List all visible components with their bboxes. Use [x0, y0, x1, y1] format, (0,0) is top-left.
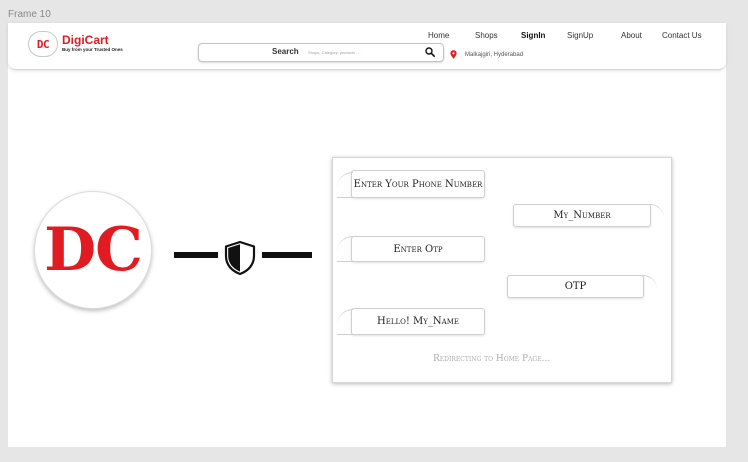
redirect-status: Redirecting to Home Page... [433, 354, 551, 364]
connector-line-left [174, 252, 218, 258]
brand-logo[interactable]: DC [28, 31, 58, 57]
nav-signin[interactable]: SignIn [521, 31, 545, 40]
nav-shops[interactable]: Shops [475, 31, 498, 40]
connector-line-right [262, 252, 312, 258]
nav-contact-us[interactable]: Contact Us [662, 31, 702, 40]
top-header: DC DigiCart Buy from your Trusted Ones S… [8, 23, 726, 70]
otp-chat-panel: Enter Your Phone Number My_Number Enter … [332, 157, 672, 383]
secure-connector [174, 240, 312, 276]
location-text[interactable]: Malkajgiri, Hyderabad [465, 52, 523, 58]
user-message: My_Number [513, 204, 664, 227]
nav-about[interactable]: About [621, 31, 642, 40]
bot-message: Enter Your Phone Number [337, 170, 485, 198]
user-message: OTP [507, 275, 657, 298]
brand-name[interactable]: DigiCart [62, 33, 109, 47]
bot-message: Hello! My_Name [337, 308, 485, 335]
brand-tagline: Buy from your Trusted Ones [62, 47, 123, 52]
search-input[interactable] [308, 47, 408, 58]
page-canvas: DC DigiCart Buy from your Trusted Ones S… [8, 23, 726, 447]
frame-label: Frame 10 [8, 9, 51, 20]
search-bar[interactable]: Search [198, 43, 444, 62]
nav-home[interactable]: Home [428, 31, 449, 40]
nav-signup[interactable]: SignUp [567, 31, 593, 40]
map-pin-icon [450, 50, 457, 59]
search-icon[interactable] [425, 47, 435, 57]
search-label: Search [272, 47, 299, 56]
hero-logo: DC [34, 191, 152, 309]
bot-message: Enter Otp [337, 236, 485, 262]
